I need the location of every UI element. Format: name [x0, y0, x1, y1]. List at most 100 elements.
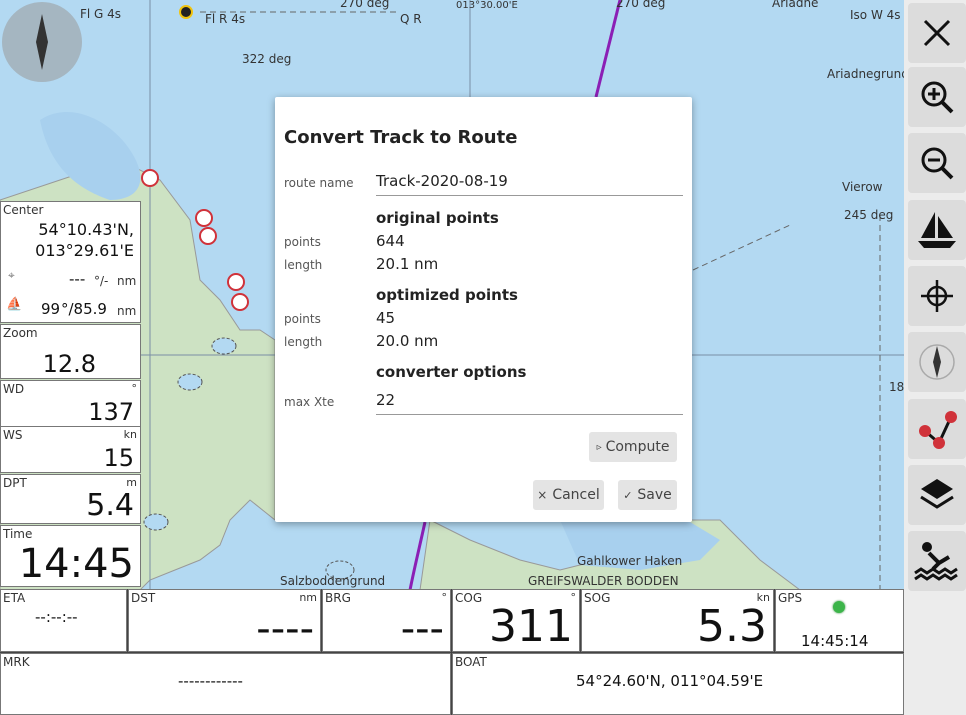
zoom-out-button[interactable] — [908, 133, 966, 193]
route-button[interactable] — [908, 399, 966, 459]
dialog-title: Convert Track to Route — [284, 127, 518, 148]
time-value: 14:45 — [18, 541, 134, 587]
map-label: 270 deg — [340, 0, 390, 10]
depth-widget[interactable]: DPT m 5.4 — [0, 474, 141, 524]
route-name-input[interactable]: Track-2020-08-19 — [376, 168, 683, 196]
map-label: 322 deg — [242, 52, 292, 66]
cancel-label: Cancel — [552, 487, 600, 503]
zoom-value: 12.8 — [42, 350, 96, 378]
zoom-widget[interactable]: Zoom 12.8 — [0, 324, 141, 379]
gps-label: GPS — [778, 591, 803, 605]
dpt-label: DPT — [3, 476, 27, 490]
waypoint-unit1: °/- — [94, 274, 109, 288]
compute-button[interactable]: ▹ Compute — [589, 432, 677, 462]
zoom-label: Zoom — [3, 326, 38, 340]
map-label: Ariadnegrund — [827, 67, 904, 81]
map-label: 18 — [889, 380, 904, 394]
mrk-value: ------------ — [178, 672, 243, 690]
close-icon — [923, 19, 951, 47]
center-lon: 013°29.61'E — [35, 241, 134, 260]
close-button[interactable] — [908, 3, 966, 63]
optimized-points-heading: optimized points — [376, 286, 518, 304]
boat-small-icon: ⛵ — [6, 297, 23, 312]
compute-label: Compute — [605, 439, 670, 455]
mrk-label: MRK — [3, 655, 30, 669]
center-button[interactable] — [908, 266, 966, 326]
sog-widget[interactable]: SOG kn 5.3 — [581, 589, 774, 652]
cancel-icon: × — [537, 488, 548, 502]
boat-bearing-unit1: °/85.9 — [61, 300, 107, 318]
layers-button[interactable] — [908, 465, 966, 525]
boat-icon — [918, 212, 956, 248]
map-label: Vierow — [842, 180, 883, 194]
wind-direction-widget[interactable]: WD ° 137 — [0, 380, 141, 427]
map-label: Fl G 4s — [80, 7, 122, 21]
wd-unit: ° — [131, 382, 138, 395]
wd-label: WD — [3, 382, 25, 396]
map-label: Ariadne — [772, 0, 819, 10]
eta-widget[interactable]: ETA --:--:-- — [0, 589, 127, 652]
route-name-label: route name — [284, 176, 354, 190]
time-widget[interactable]: Time 14:45 — [0, 525, 141, 587]
compute-icon: ▹ — [596, 441, 602, 453]
orig-length-value: 20.1 nm — [376, 255, 439, 273]
map-label: 245 deg — [844, 208, 894, 222]
sog-label: SOG — [584, 591, 611, 605]
dst-widget[interactable]: DST nm ---- — [128, 589, 321, 652]
cancel-button[interactable]: × Cancel — [533, 480, 604, 510]
center-crosshair-icon — [921, 280, 953, 312]
center-lat: 54°10.43'N, — [38, 220, 134, 239]
ws-value: 15 — [103, 444, 134, 472]
brg-widget[interactable]: BRG ° --- — [322, 589, 451, 652]
map-label: GREIFSWALDER BODDEN — [528, 574, 679, 588]
anchor-watch-button[interactable] — [908, 531, 966, 591]
save-button[interactable]: ✓ Save — [618, 480, 677, 510]
wind-speed-widget[interactable]: WS kn 15 — [0, 426, 141, 473]
map-label: 270 deg — [616, 0, 666, 10]
converter-options-heading: converter options — [376, 363, 527, 381]
dst-label: DST — [131, 591, 156, 605]
anchor-watch-icon — [914, 542, 958, 581]
map-label: Q R — [400, 12, 422, 26]
opt-points-label: points — [284, 312, 321, 326]
opt-points-value: 45 — [376, 309, 396, 327]
cog-widget[interactable]: COG ° 311 — [452, 589, 580, 652]
brg-value: --- — [400, 606, 444, 652]
brg-unit: ° — [441, 591, 448, 604]
waypoint-value: --- — [69, 270, 86, 288]
mrk-widget[interactable]: MRK ------------ — [0, 653, 451, 715]
boat-bearing-value: 99 — [41, 300, 61, 318]
north-up-button[interactable] — [908, 332, 966, 392]
right-toolbar — [904, 0, 966, 715]
orig-points-value: 644 — [376, 232, 405, 250]
zoom-in-icon — [921, 81, 954, 114]
save-icon: ✓ — [623, 488, 633, 502]
gps-status-icon — [833, 601, 845, 613]
zoom-out-icon — [921, 147, 954, 180]
sog-value: 5.3 — [697, 601, 767, 652]
orig-points-label: points — [284, 235, 321, 249]
dst-unit: nm — [299, 591, 317, 604]
eta-value: --:--:-- — [35, 608, 78, 626]
save-label: Save — [637, 487, 672, 503]
boat-lock-button[interactable] — [908, 200, 966, 260]
max-xte-input[interactable]: 22 — [376, 387, 683, 415]
gps-widget[interactable]: GPS 14:45:14 — [775, 589, 904, 652]
center-widget[interactable]: Center 54°10.43'N, 013°29.61'E ⌖ --- °/-… — [0, 201, 141, 323]
zoom-in-button[interactable] — [908, 67, 966, 127]
boat-bearing-unit2: nm — [117, 304, 137, 318]
boat-position-value: 54°24.60'N, 011°04.59'E — [576, 672, 764, 690]
brg-label: BRG — [325, 591, 351, 605]
map-label: Salzboddengrund — [280, 574, 386, 588]
waypoint-unit2: nm — [117, 274, 137, 288]
cog-label: COG — [455, 591, 483, 605]
map-label: Iso W 4s — [850, 8, 901, 22]
eta-label: ETA — [3, 591, 26, 605]
wd-value: 137 — [88, 398, 134, 426]
boat-position-widget[interactable]: BOAT 54°24.60'N, 011°04.59'E — [452, 653, 904, 715]
waypoint-icon: ⌖ — [8, 268, 15, 282]
opt-length-label: length — [284, 335, 323, 349]
compass-north-icon — [919, 344, 955, 380]
time-label: Time — [3, 527, 33, 541]
layers-icon — [920, 479, 954, 509]
